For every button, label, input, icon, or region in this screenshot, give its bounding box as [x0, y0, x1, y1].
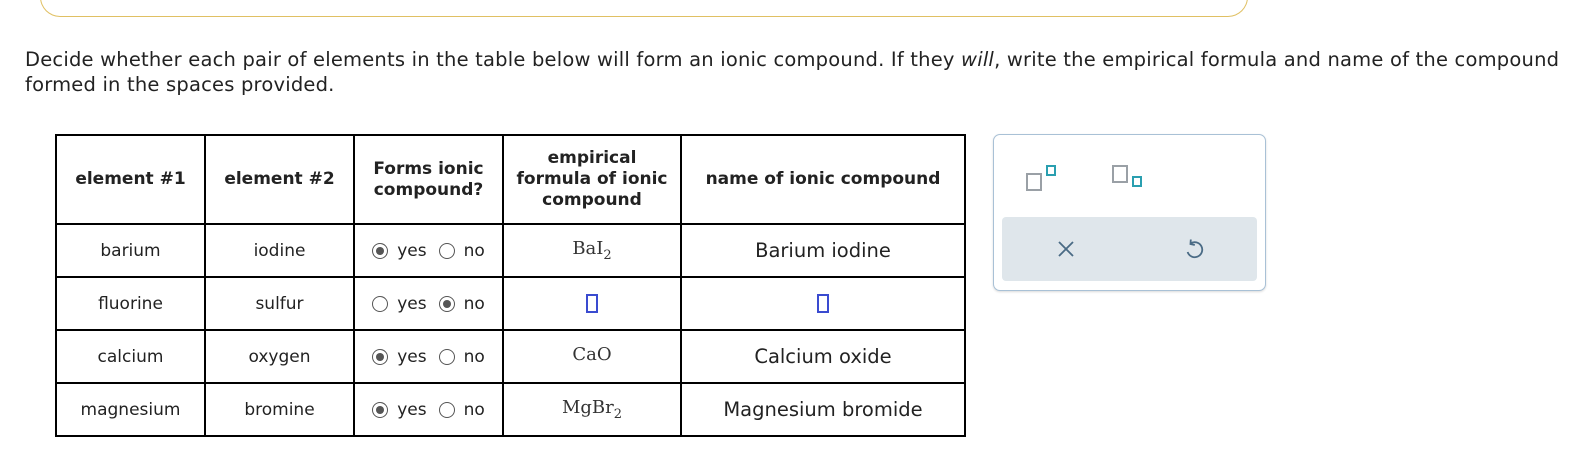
yes-radio[interactable]: [372, 401, 389, 418]
yes-label: yes: [397, 399, 427, 420]
forms-ionic-radio-group: yes no: [355, 347, 502, 367]
forms-ionic-cell: yes no: [353, 276, 504, 331]
no-label: no: [463, 399, 485, 420]
yes-label: yes: [397, 240, 427, 261]
forms-ionic-radio-group: yes no: [355, 241, 502, 261]
empirical-formula-value[interactable]: CaO: [572, 344, 611, 365]
yes-radio[interactable]: [372, 348, 389, 365]
clear-button[interactable]: [1048, 231, 1084, 267]
instructions-line-1: Decide whether each pair of elements in …: [25, 48, 1560, 71]
yes-option[interactable]: yes: [372, 240, 427, 261]
no-label: no: [463, 240, 485, 261]
empirical-formula-cell: CaO: [502, 329, 682, 384]
undo-icon: [1186, 239, 1204, 259]
instructions-emphasis: will: [961, 48, 995, 71]
header-element-2: element #2: [204, 134, 355, 225]
element-2-cell: iodine: [204, 223, 355, 278]
subscript-button[interactable]: [1110, 163, 1150, 195]
close-icon: [1058, 241, 1074, 257]
no-radio[interactable]: [438, 348, 455, 365]
header-element-1: element #1: [55, 134, 206, 225]
element-1-cell: fluorine: [55, 276, 206, 331]
answer-tools-panel: [993, 134, 1266, 291]
empirical-formula-input[interactable]: [586, 294, 598, 313]
yes-label: yes: [397, 346, 427, 367]
table-row: barium iodine yes no BaI2 Barium iodine: [55, 223, 966, 278]
compound-name-cell: Magnesium bromide: [680, 382, 966, 437]
element-1-cell: magnesium: [55, 382, 206, 437]
no-option[interactable]: no: [438, 346, 485, 367]
superscript-button[interactable]: [1024, 163, 1064, 195]
no-option[interactable]: no: [438, 240, 485, 261]
compound-name-input[interactable]: [817, 294, 829, 313]
compound-name-cell: Barium iodine: [680, 223, 966, 278]
previous-panel-frame: [40, 0, 1248, 17]
compound-name-value[interactable]: Magnesium bromide: [723, 398, 922, 421]
ionic-compound-table: element #1 element #2 Forms ionic compou…: [55, 134, 966, 437]
no-radio[interactable]: [438, 401, 455, 418]
yes-radio[interactable]: [372, 242, 389, 259]
yes-option[interactable]: yes: [372, 399, 427, 420]
element-1-cell: calcium: [55, 329, 206, 384]
forms-ionic-radio-group: yes no: [355, 294, 502, 314]
compound-name-value[interactable]: Calcium oxide: [754, 345, 891, 368]
forms-ionic-cell: yes no: [353, 329, 504, 384]
compound-name-cell: [680, 276, 966, 331]
element-2-cell: oxygen: [204, 329, 355, 384]
empirical-formula-cell: BaI2: [502, 223, 682, 278]
table-row: fluorine sulfur yes no: [55, 276, 966, 331]
no-option[interactable]: no: [438, 399, 485, 420]
instructions-line-2: formed in the spaces provided.: [25, 73, 335, 96]
element-2-cell: sulfur: [204, 276, 355, 331]
yes-option[interactable]: yes: [372, 293, 427, 314]
undo-button[interactable]: [1176, 231, 1212, 267]
action-bar: [1002, 217, 1257, 281]
empirical-formula-cell: MgBr2: [502, 382, 682, 437]
no-radio[interactable]: [438, 295, 455, 312]
empirical-formula-cell: [502, 276, 682, 331]
header-empirical-formula: empirical formula of ionic compound: [502, 134, 682, 225]
table-row: calcium oxygen yes no CaO Calcium oxide: [55, 329, 966, 384]
compound-name-value[interactable]: Barium iodine: [755, 239, 891, 262]
header-forms-ionic: Forms ionic compound?: [353, 134, 504, 225]
forms-ionic-cell: yes no: [353, 382, 504, 437]
header-compound-name: name of ionic compound: [680, 134, 966, 225]
no-label: no: [463, 346, 485, 367]
yes-option[interactable]: yes: [372, 346, 427, 367]
no-radio[interactable]: [438, 242, 455, 259]
table-row: magnesium bromine yes no MgBr2 Magnesium…: [55, 382, 966, 437]
table-header-row: element #1 element #2 Forms ionic compou…: [55, 134, 966, 225]
instructions: Decide whether each pair of elements in …: [25, 47, 1584, 97]
forms-ionic-cell: yes no: [353, 223, 504, 278]
yes-label: yes: [397, 293, 427, 314]
empirical-formula-value[interactable]: MgBr2: [562, 397, 622, 422]
element-1-cell: barium: [55, 223, 206, 278]
forms-ionic-radio-group: yes no: [355, 400, 502, 420]
yes-radio[interactable]: [372, 295, 389, 312]
compound-name-cell: Calcium oxide: [680, 329, 966, 384]
element-2-cell: bromine: [204, 382, 355, 437]
empirical-formula-value[interactable]: BaI2: [572, 238, 611, 263]
no-option[interactable]: no: [438, 293, 485, 314]
no-label: no: [463, 293, 485, 314]
